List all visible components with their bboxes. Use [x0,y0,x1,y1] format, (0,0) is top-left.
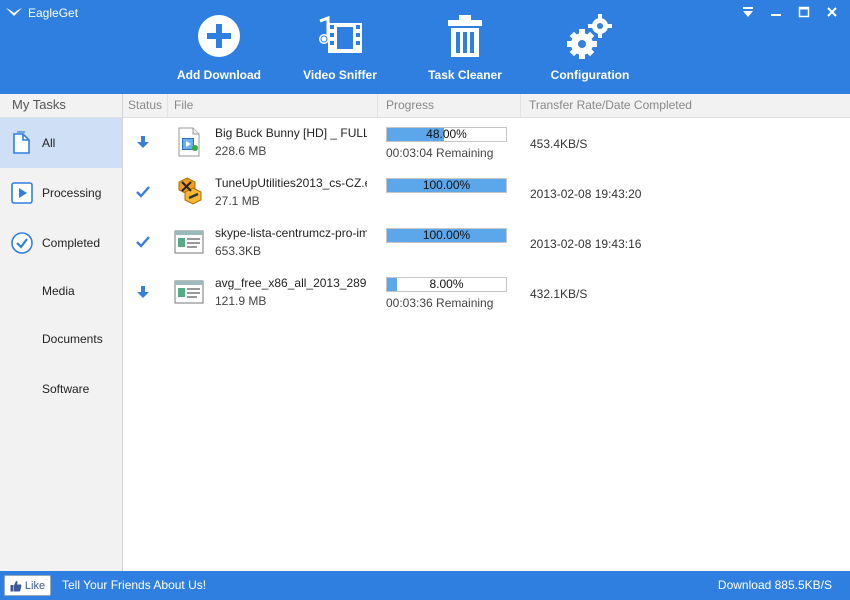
sidebar-item-all[interactable]: All [0,118,122,168]
window-file-icon [174,230,204,254]
table-row[interactable]: skype-lista-centrumcz-pro-im 653.3KB 100… [123,218,850,268]
menu-dropdown-icon[interactable] [736,2,760,22]
eagle-logo-icon [6,8,22,16]
file-name: skype-lista-centrumcz-pro-im [215,226,367,240]
task-cleaner-button[interactable]: Task Cleaner [410,12,520,88]
plus-circle-icon [198,15,240,57]
trash-can-icon [448,15,482,57]
window-file-icon [174,280,204,304]
gears-icon [567,14,612,59]
window-controls [736,2,844,22]
sidebar-item-label: Completed [42,236,101,250]
title-bar-toolbar: EagleGet Add Download Video Sniffer Task… [0,0,850,94]
progress-percent: 100.00% [422,228,471,242]
progress-bar: 48.00% [386,127,507,142]
file-name: avg_free_x86_all_2013_2897a6 [215,276,367,290]
play-icon [11,182,33,204]
sidebar-item-completed[interactable]: Completed [0,218,122,268]
download-speed: Download 885.5KB/S [717,578,832,592]
transfer-rate: 432.1KB/S [530,287,588,301]
sidebar-item-documents[interactable]: Documents [0,314,122,364]
time-remaining: 00:03:36 Remaining [386,296,494,310]
sidebar-item-label: Software [42,382,90,396]
configuration-label: Configuration [550,68,630,82]
film-music-icon [319,15,362,53]
file-size: 653.3KB [215,244,262,258]
download-arrow-icon [137,136,149,148]
thumbs-up-icon [10,580,22,591]
progress-bar: 8.00% [386,277,507,292]
progress-percent: 48.00% [426,127,467,141]
facebook-like-button[interactable]: Like [4,575,51,596]
maximize-button[interactable] [792,2,816,22]
sidebar-item-media[interactable]: Media [0,268,122,314]
video-sniffer-label: Video Sniffer [303,68,377,82]
task-cleaner-label: Task Cleaner [428,68,502,82]
add-download-button[interactable]: Add Download [164,12,274,88]
check-circle-icon [11,232,33,254]
close-button[interactable] [820,2,844,22]
configuration-button[interactable]: Configuration [535,12,645,88]
like-label: Like [24,579,46,592]
progress-percent: 8.00% [429,277,464,291]
download-arrow-icon [137,286,149,298]
date-completed: 2013-02-08 19:43:20 [530,187,642,201]
status-bar: Like Tell Your Friends About Us! Downloa… [0,571,850,600]
progress-bar: 100.00% [386,178,507,193]
file-name: Big Buck Bunny [HD] _ FULL [215,126,367,140]
sidebar-item-processing[interactable]: Processing [0,168,122,218]
sidebar-item-software[interactable]: Software [0,364,122,414]
video-file-icon [178,127,200,157]
date-completed: 2013-02-08 19:43:16 [530,237,642,251]
progress-percent: 100.00% [422,178,471,192]
time-remaining: 00:03:04 Remaining [386,146,494,160]
column-header-status[interactable]: Status [123,94,168,117]
tell-friends-link[interactable]: Tell Your Friends About Us! [62,578,206,592]
sidebar: My Tasks All Processing Completed Media … [0,94,123,571]
file-size: 228.6 MB [215,144,267,158]
file-name: TuneUpUtilities2013_cs-CZ.exe [215,176,367,190]
sidebar-item-label: Media [42,284,75,298]
tuneup-app-icon [178,177,202,205]
sidebar-item-label: Processing [42,186,102,200]
minimize-button[interactable] [764,2,788,22]
video-sniffer-button[interactable]: Video Sniffer [285,12,395,88]
sidebar-title: My Tasks [0,94,122,118]
table-header: Status File Progress Transfer Rate/Date … [123,94,850,118]
column-header-file[interactable]: File [169,94,378,117]
document-icon [13,131,30,154]
sidebar-item-label: Documents [42,332,103,346]
add-download-label: Add Download [177,68,261,82]
checkmark-icon [136,186,150,198]
sidebar-item-label: All [42,136,56,150]
table-row[interactable]: avg_free_x86_all_2013_2897a6 121.9 MB 8.… [123,268,850,318]
checkmark-icon [136,236,150,248]
progress-bar: 100.00% [386,228,507,243]
column-header-rate[interactable]: Transfer Rate/Date Completed [524,94,850,117]
file-size: 121.9 MB [215,294,267,308]
transfer-rate: 453.4KB/S [530,137,588,151]
table-row[interactable]: TuneUpUtilities2013_cs-CZ.exe 27.1 MB 10… [123,168,850,218]
file-size: 27.1 MB [215,194,260,208]
app-title: EagleGet [28,6,79,20]
table-row[interactable]: Big Buck Bunny [HD] _ FULL 228.6 MB 48.0… [123,118,850,168]
column-header-progress[interactable]: Progress [381,94,521,117]
